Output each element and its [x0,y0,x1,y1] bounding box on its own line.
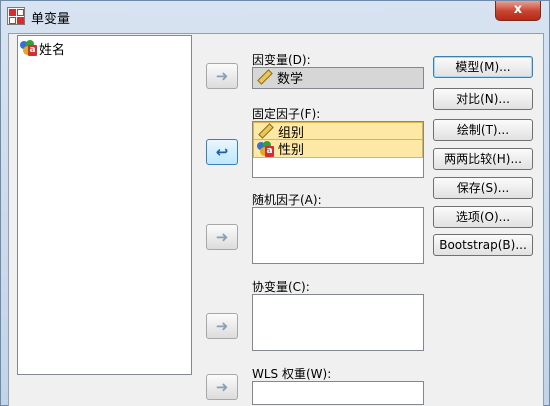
scale-variable-icon [256,69,273,85]
dependent-variable-label: 因变量(D): [252,53,311,67]
fixed-factors-list[interactable]: 组别 a 性别 [252,121,424,178]
variable-label: 姓名 [39,42,66,58]
covariates-label: 协变量(C): [252,280,310,294]
plots-button[interactable]: 绘制(T)... [433,119,533,141]
move-to-dependent-button[interactable]: ➜ [206,63,238,89]
list-item[interactable]: a 姓名 [20,39,66,58]
window-title: 单变量 [31,12,71,27]
title-bar: 单变量 x [1,1,549,31]
random-factors-list[interactable] [252,207,424,264]
fixed-factor-label: 性别 [278,143,305,158]
source-variable-list[interactable]: a 姓名 [17,35,192,375]
list-item[interactable]: 组别 [253,122,423,141]
random-factors-label: 随机因子(A): [252,193,322,207]
save-button[interactable]: 保存(S)... [433,177,533,199]
bootstrap-button[interactable]: Bootstrap(B)... [433,234,533,256]
arrow-right-icon: ➜ [215,66,229,85]
dependent-variable-item[interactable]: 数学 [253,68,423,87]
options-button[interactable]: 选项(O)... [433,206,533,228]
move-to-wls-weight-button[interactable]: ➜ [206,374,238,400]
move-from-fixed-factors-button[interactable]: ↩ [206,139,238,165]
contrast-button[interactable]: 对比(N)... [433,88,533,110]
arrow-right-icon: ➜ [215,316,229,335]
move-to-random-factors-button[interactable]: ➜ [206,224,238,250]
wls-weight-label: WLS 权重(W): [252,367,332,381]
close-icon: x [513,2,523,17]
dependent-variable-value: 数学 [277,71,304,87]
list-item[interactable]: a 性别 [253,140,423,158]
close-button[interactable]: x [495,1,541,21]
fixed-factor-label: 组别 [278,125,305,141]
arrow-right-icon: ➜ [215,227,229,246]
nominal-variable-icon: a [257,140,274,157]
nominal-variable-icon: a [20,40,37,56]
spss-app-icon [7,7,25,25]
model-button[interactable]: 模型(M)... [433,56,533,78]
fixed-factors-label: 固定因子(F): [252,107,321,121]
move-to-covariates-button[interactable]: ➜ [206,313,238,339]
wls-weight-field[interactable] [252,381,424,405]
covariates-list[interactable] [252,294,424,351]
post-hoc-button[interactable]: 两两比较(H)... [433,148,533,170]
dependent-variable-field[interactable]: 数学 [252,67,424,89]
arrow-right-icon: ➜ [215,377,229,396]
scale-variable-icon [257,123,274,139]
dialog-window: 单变量 x a 姓名 ➜ ↩ ➜ ➜ ➜ 因变量(D): 数学 固定因子(F):… [0,0,550,406]
arrow-left-icon: ↩ [215,142,229,161]
